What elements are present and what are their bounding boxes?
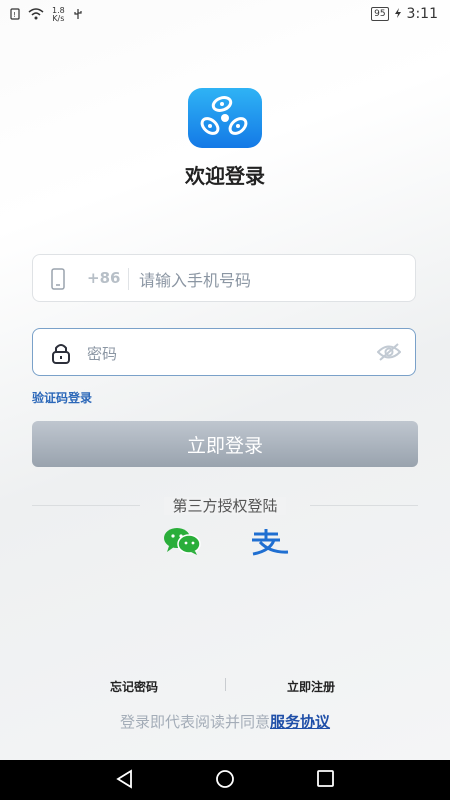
charging-icon xyxy=(394,7,401,21)
field-separator xyxy=(128,268,129,290)
recent-apps-icon[interactable] xyxy=(316,769,336,793)
home-icon[interactable] xyxy=(215,769,235,793)
battery-indicator: 95 xyxy=(371,7,389,21)
svg-text:!: ! xyxy=(13,11,16,19)
welcome-title: 欢迎登录 xyxy=(185,164,265,188)
phone-field[interactable]: +86 xyxy=(32,254,416,302)
navigation-bar xyxy=(0,760,450,800)
country-code[interactable]: +86 xyxy=(87,269,120,287)
status-bar: ! 1.8 K/s 95 3:11 xyxy=(0,0,450,30)
wifi-icon xyxy=(28,7,44,23)
agreement-prefix: 登录即代表阅读并同意 xyxy=(119,713,270,731)
app-logo xyxy=(188,88,262,148)
forgot-password-link[interactable]: 忘记密码 xyxy=(110,678,158,695)
third-party-title: 第三方授权登陆 xyxy=(0,495,450,516)
network-speed-unit: K/s xyxy=(52,14,65,23)
password-input[interactable] xyxy=(85,338,369,370)
alipay-icon[interactable] xyxy=(248,527,290,561)
usb-icon xyxy=(73,8,83,23)
service-agreement-link[interactable]: 服务协议 xyxy=(270,713,330,731)
third-party-title-text: 第三方授权登陆 xyxy=(164,497,286,515)
eye-off-icon[interactable] xyxy=(376,343,402,365)
wechat-icon[interactable] xyxy=(163,527,201,559)
agreement-text: 登录即代表阅读并同意服务协议 xyxy=(0,711,450,732)
network-speed: 1.8 K/s xyxy=(52,7,65,23)
lock-icon xyxy=(51,342,71,368)
phone-input[interactable] xyxy=(137,264,401,296)
password-field[interactable] xyxy=(32,328,416,376)
login-button[interactable]: 立即登录 xyxy=(32,421,418,467)
back-icon[interactable] xyxy=(115,769,135,793)
sim-icon: ! xyxy=(10,7,20,23)
register-link[interactable]: 立即注册 xyxy=(287,678,335,695)
code-login-link[interactable]: 验证码登录 xyxy=(32,389,92,406)
status-time: 3:11 xyxy=(406,6,438,22)
phone-icon xyxy=(51,268,65,294)
bottom-separator xyxy=(225,678,226,691)
